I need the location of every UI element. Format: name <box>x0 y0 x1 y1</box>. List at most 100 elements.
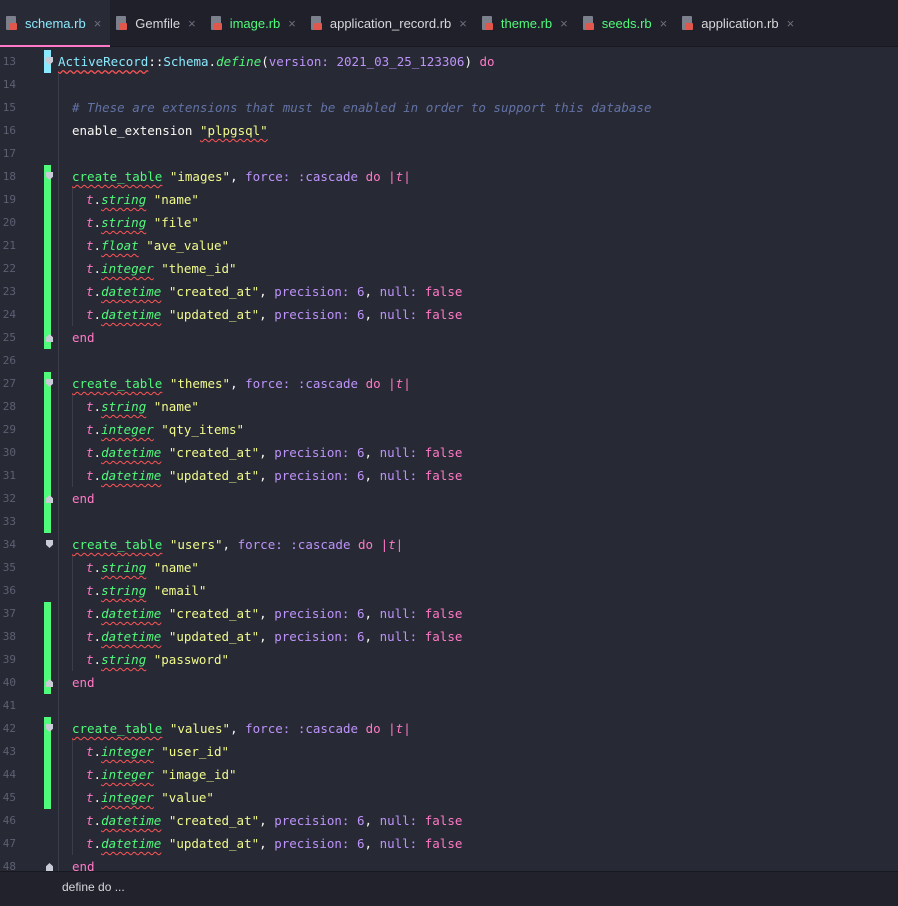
code-line[interactable]: 16 enable_extension "plpgsql" <box>0 119 898 142</box>
line-number: 19 <box>2 193 16 206</box>
comma: , <box>259 813 267 828</box>
line-number: 14 <box>2 78 16 91</box>
code-line[interactable]: 45 t.integer "value" <box>0 786 898 809</box>
code-line[interactable]: 31 t.datetime "updated_at", precision: 6,… <box>0 464 898 487</box>
code-line[interactable]: 18 create_table "images", force: :cascade… <box>0 165 898 188</box>
line-number: 29 <box>2 423 16 436</box>
code-line[interactable]: 23 t.datetime "created_at", precision: 6,… <box>0 280 898 303</box>
code-line[interactable]: 33 <box>0 510 898 533</box>
code-line[interactable]: 47 t.datetime "updated_at", precision: 6,… <box>0 832 898 855</box>
code-line[interactable]: 27 create_table "themes", force: :cascade… <box>0 372 898 395</box>
comma: , <box>364 307 373 322</box>
code-line[interactable]: 13 ActiveRecord::Schema.define(version: 2… <box>0 50 898 73</box>
keyword-arg: null: <box>379 284 418 299</box>
status-bar: define do ... <box>0 871 898 906</box>
close-icon[interactable]: × <box>660 16 668 31</box>
code-line[interactable]: 14 <box>0 73 898 96</box>
comma: , <box>259 307 267 322</box>
code-line[interactable]: 35 t.string "name" <box>0 556 898 579</box>
fold-icon[interactable] <box>46 540 53 548</box>
comma: , <box>259 606 267 621</box>
column-name-string: "updated_at" <box>168 629 260 644</box>
tab-bar: schema.rb × Gemfile × image.rb × application_r… <box>0 0 898 47</box>
code-line[interactable]: 48 end <box>0 855 898 871</box>
git-change-marker <box>44 625 51 648</box>
code-line[interactable]: 32 end <box>0 487 898 510</box>
git-change-marker <box>44 418 51 441</box>
comma: , <box>230 169 238 184</box>
tab-schema-rb[interactable]: schema.rb × <box>0 0 111 47</box>
symbol: :cascade <box>297 169 359 184</box>
line-number: 39 <box>2 653 16 666</box>
comma: , <box>364 468 373 483</box>
dot: . <box>93 813 102 828</box>
code-line[interactable]: 43 t.integer "user_id" <box>0 740 898 763</box>
tab-application-rb[interactable]: application.rb × <box>676 0 803 46</box>
block-var: t <box>86 836 94 851</box>
column-type: datetime <box>101 606 162 621</box>
close-icon[interactable]: × <box>288 16 296 31</box>
close-icon[interactable]: × <box>94 16 102 31</box>
code-line[interactable]: 38 t.datetime "updated_at", precision: 6,… <box>0 625 898 648</box>
column-name-string: "created_at" <box>168 813 260 828</box>
code-line[interactable]: 21 t.float "ave_value" <box>0 234 898 257</box>
code-line[interactable]: 29 t.integer "qty_items" <box>0 418 898 441</box>
indent-guide <box>72 280 73 303</box>
code-line[interactable]: 20 t.string "file" <box>0 211 898 234</box>
indent-guide <box>72 625 73 648</box>
number: 6 <box>356 836 365 851</box>
tab-Gemfile[interactable]: Gemfile × <box>110 0 204 46</box>
block-var: t <box>86 652 94 667</box>
code-text: # These are extensions that must be enab… <box>72 96 651 119</box>
symbol: :cascade <box>297 721 359 736</box>
close-icon[interactable]: × <box>188 16 196 31</box>
code-line[interactable]: 37 t.datetime "created_at", precision: 6,… <box>0 602 898 625</box>
code-line[interactable]: 41 <box>0 694 898 717</box>
code-line[interactable]: 17 <box>0 142 898 165</box>
table-name-string: "values" <box>169 721 231 736</box>
code-line[interactable]: 15 # These are extensions that must be en… <box>0 96 898 119</box>
code-line[interactable]: 36 t.string "email" <box>0 579 898 602</box>
keyword: do <box>365 721 381 736</box>
code-line[interactable]: 24 t.datetime "updated_at", precision: 6,… <box>0 303 898 326</box>
close-icon[interactable]: × <box>560 16 568 31</box>
column-type: integer <box>101 422 154 437</box>
code-line[interactable]: 42 create_table "values", force: :cascade… <box>0 717 898 740</box>
indent-guide <box>58 165 59 188</box>
close-icon[interactable]: × <box>459 16 467 31</box>
tab-image-rb[interactable]: image.rb × <box>205 0 305 46</box>
fold-icon[interactable] <box>46 863 53 871</box>
block-var: t <box>86 399 94 414</box>
code-line[interactable]: 34 create_table "users", force: :cascade … <box>0 533 898 556</box>
tab-seeds-rb[interactable]: seeds.rb × <box>577 0 676 46</box>
line-number: 35 <box>2 561 16 574</box>
column-type: string <box>101 560 147 575</box>
line-number: 38 <box>2 630 16 643</box>
keyword-arg: null: <box>379 836 418 851</box>
code-line[interactable]: 22 t.integer "theme_id" <box>0 257 898 280</box>
code-line[interactable]: 40 end <box>0 671 898 694</box>
tab-application-record-rb[interactable]: application_record.rb × <box>305 0 476 46</box>
comma: , <box>364 813 373 828</box>
code-line[interactable]: 19 t.string "name" <box>0 188 898 211</box>
code-line[interactable]: 39 t.string "password" <box>0 648 898 671</box>
code-text: t.integer "image_id" <box>86 763 237 786</box>
code-line[interactable]: 25 end <box>0 326 898 349</box>
block-param: |t| <box>380 537 404 552</box>
code-line[interactable]: 44 t.integer "image_id" <box>0 763 898 786</box>
close-icon[interactable]: × <box>787 16 795 31</box>
tab-theme-rb[interactable]: theme.rb × <box>476 0 577 46</box>
code-line[interactable]: 30 t.datetime "created_at", precision: 6,… <box>0 441 898 464</box>
breadcrumb[interactable]: define do ... <box>62 880 125 894</box>
indent-guide <box>72 809 73 832</box>
block-var: t <box>86 192 94 207</box>
code-line[interactable]: 46 t.datetime "created_at", precision: 6,… <box>0 809 898 832</box>
git-change-marker <box>44 510 51 533</box>
line-number: 44 <box>2 768 16 781</box>
code-editor[interactable]: 13 ActiveRecord::Schema.define(version: 2… <box>0 47 898 871</box>
indent-guide <box>72 832 73 855</box>
ruby-file-icon <box>582 15 595 31</box>
code-line[interactable]: 26 <box>0 349 898 372</box>
indent-guide <box>72 188 73 211</box>
code-line[interactable]: 28 t.string "name" <box>0 395 898 418</box>
